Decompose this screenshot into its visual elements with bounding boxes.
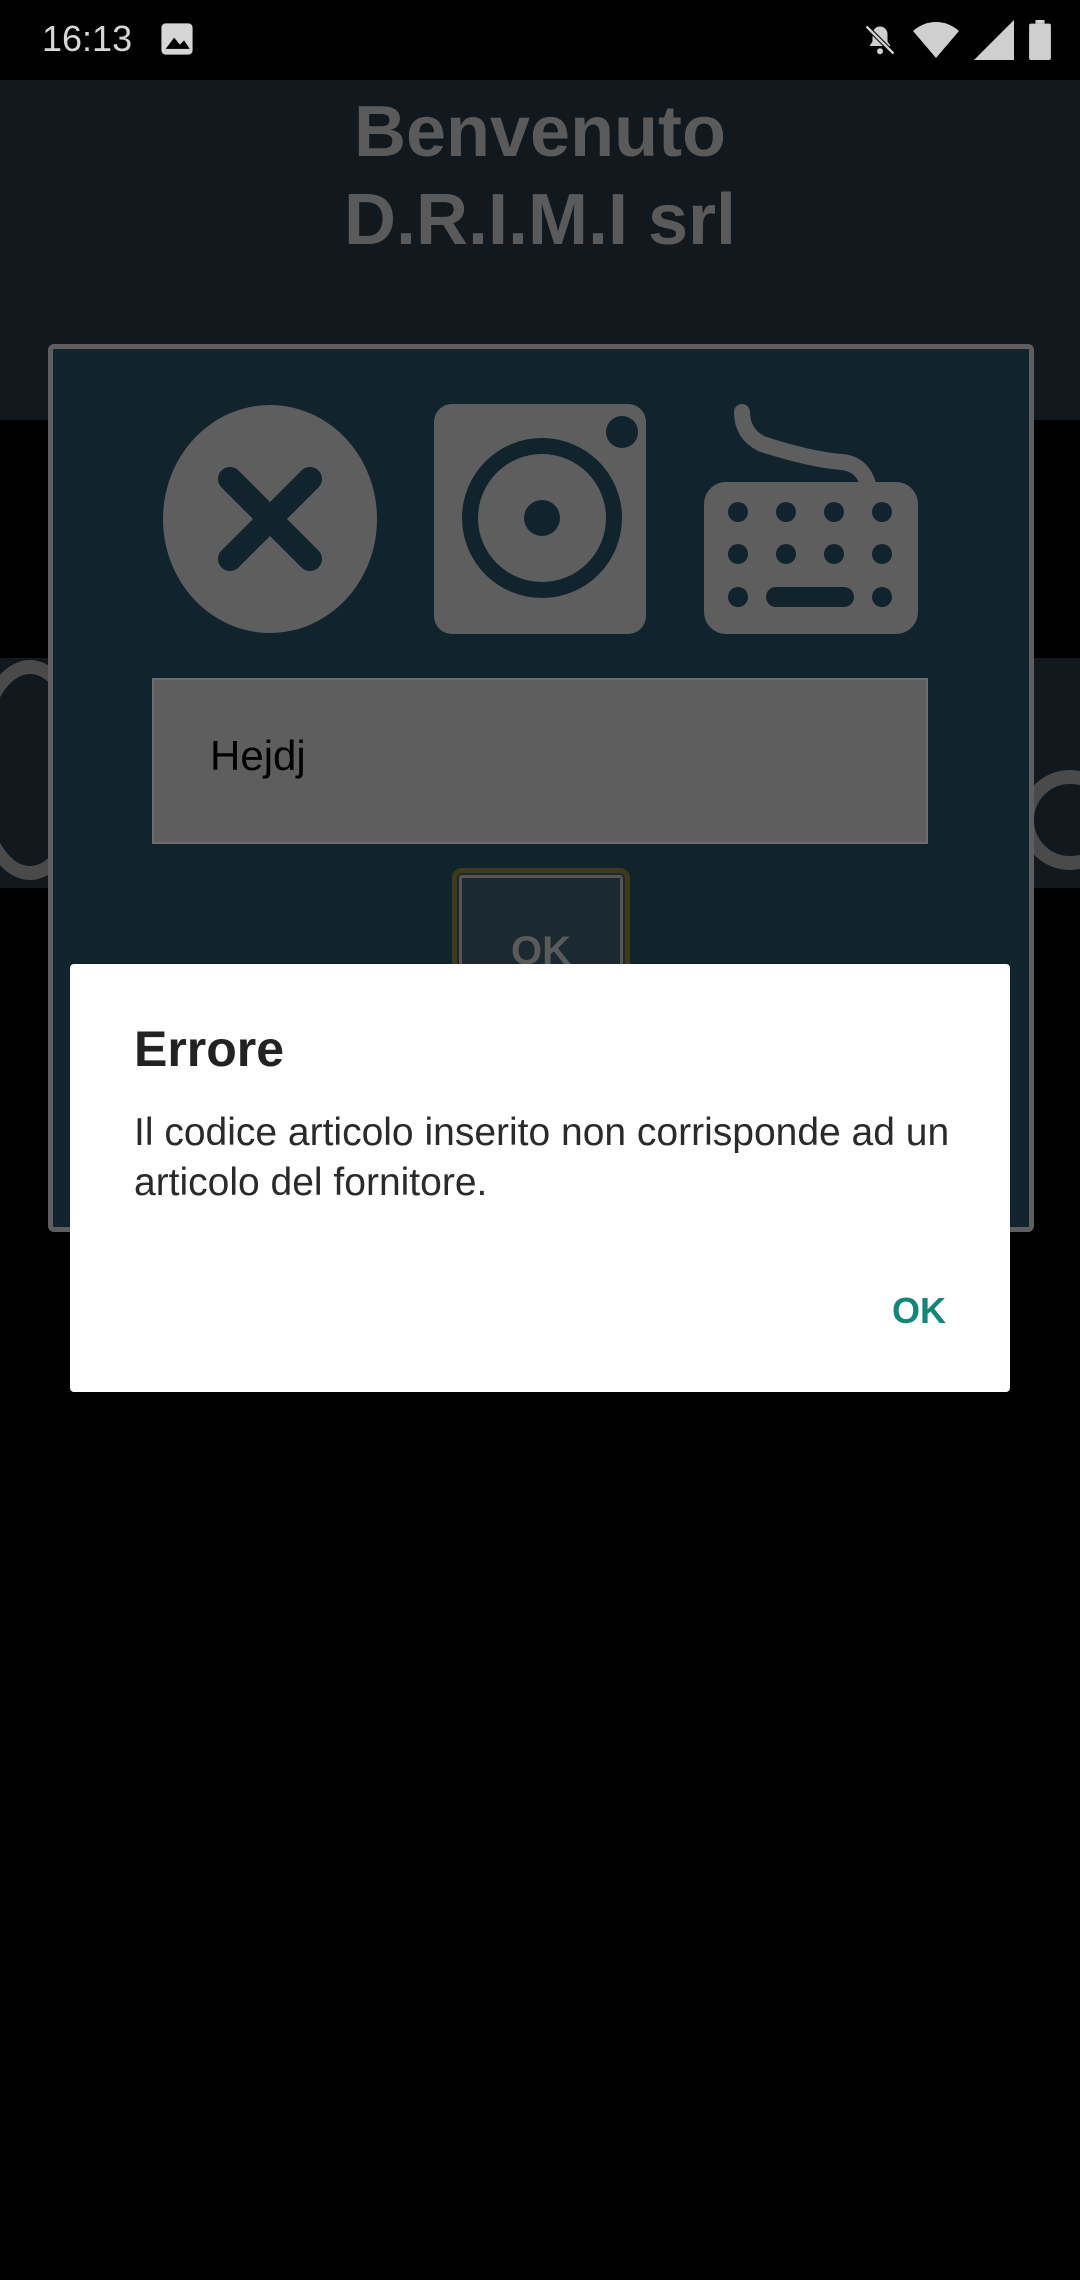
mute-bell-icon	[864, 24, 896, 56]
article-code-value: Hejdj	[210, 732, 306, 779]
company-name: D.R.I.M.I srl	[343, 180, 737, 260]
gallery-icon	[161, 23, 193, 55]
status-time: 16:13	[42, 18, 133, 59]
wifi-icon	[913, 22, 959, 58]
camera-icon[interactable]	[434, 404, 648, 634]
status-icons	[862, 20, 1052, 60]
close-icon[interactable]	[162, 404, 378, 634]
signal-icon	[974, 20, 1014, 60]
article-code-input[interactable]: Hejdj	[152, 678, 928, 844]
dialog-message: Il codice articolo inserito non corrispo…	[134, 1111, 950, 1204]
error-dialog: Errore Il codice articolo inserito non c…	[70, 964, 1010, 1392]
keyboard-icon[interactable]	[702, 404, 920, 634]
status-bar: 16:13	[0, 0, 1080, 80]
welcome-line: Benvenuto	[353, 92, 727, 172]
battery-icon	[1029, 20, 1051, 60]
dialog-title: Errore	[134, 1021, 285, 1077]
dialog-ok-button[interactable]: OK	[884, 1284, 954, 1338]
welcome-title: Benvenuto D.R.I.M.I srl	[0, 88, 1080, 264]
